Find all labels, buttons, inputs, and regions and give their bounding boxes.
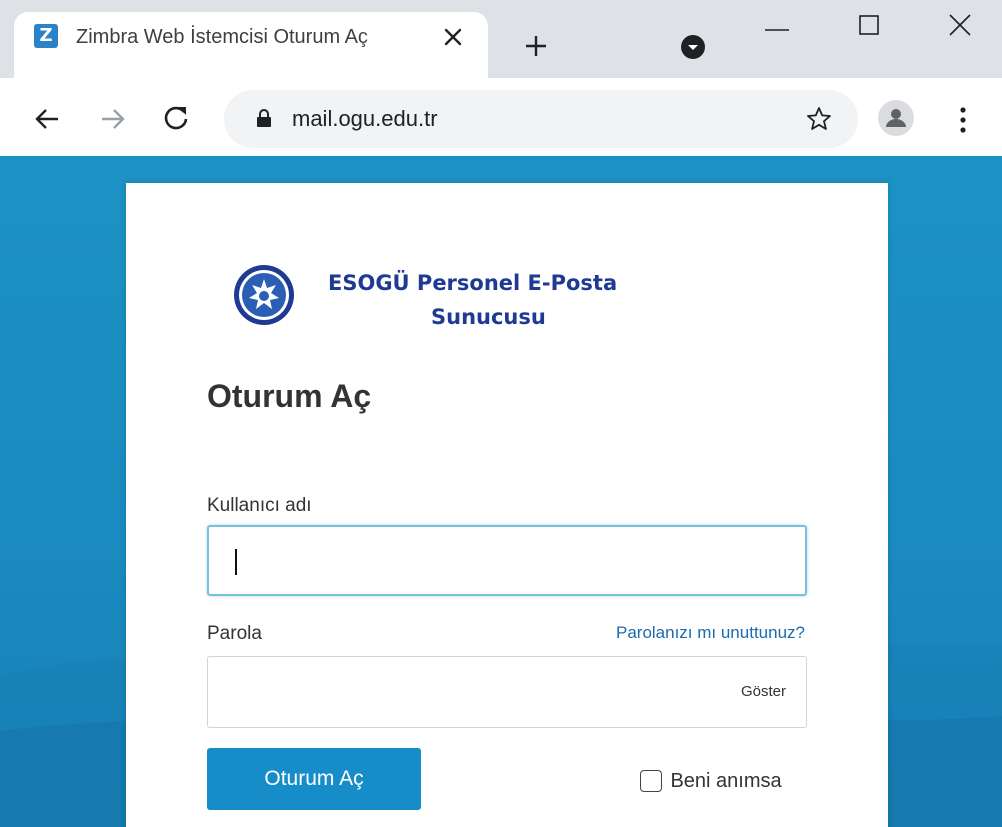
new-tab-icon[interactable] [524,34,548,58]
text-caret [235,549,237,575]
reload-icon[interactable] [162,104,190,132]
tab-strip: Z Zimbra Web İstemcisi Oturum Aç [0,0,1002,78]
brand-title-line1: ESOGÜ Personel E-Posta [328,271,618,295]
tab-search-icon[interactable] [680,34,706,60]
forward-arrow-icon[interactable] [100,106,126,132]
zimbra-favicon-icon: Z [34,24,58,48]
remember-me-label[interactable]: Beni anımsa [670,767,781,795]
lock-icon[interactable] [256,108,272,128]
username-field[interactable] [207,525,807,596]
tab-title: Zimbra Web İstemcisi Oturum Aç [76,26,368,48]
minimize-icon[interactable] [764,22,790,38]
login-button[interactable]: Oturum Aç [207,748,421,810]
login-card: ESOGÜ Personel E-Posta Sunucusu Oturum A… [126,183,888,827]
password-label: Parola [207,623,262,644]
browser-toolbar: mail.ogu.edu.tr [0,78,1002,156]
brand-title-line2: Sunucusu [431,305,546,329]
show-password-toggle[interactable]: Göster [741,681,786,703]
page-viewport: ESOGÜ Personel E-Posta Sunucusu Oturum A… [0,156,1002,827]
bookmark-star-icon[interactable] [806,106,832,132]
url-text[interactable]: mail.ogu.edu.tr [292,104,438,134]
maximize-icon[interactable] [858,14,880,36]
profile-avatar-icon[interactable] [878,100,914,136]
username-label: Kullanıcı adı [207,495,312,516]
kebab-menu-icon[interactable] [958,106,968,134]
window-close-icon[interactable] [948,13,972,37]
back-arrow-icon[interactable] [34,106,60,132]
page-title: Oturum Aç [207,378,372,414]
remember-me-checkbox[interactable] [640,770,662,792]
university-seal-logo [234,265,294,325]
password-field[interactable]: Göster [207,656,807,728]
forgot-password-link[interactable]: Parolanızı mı unuttunuz? [616,621,805,645]
close-tab-icon[interactable] [442,26,464,48]
remember-me[interactable]: Beni anımsa [640,767,782,795]
